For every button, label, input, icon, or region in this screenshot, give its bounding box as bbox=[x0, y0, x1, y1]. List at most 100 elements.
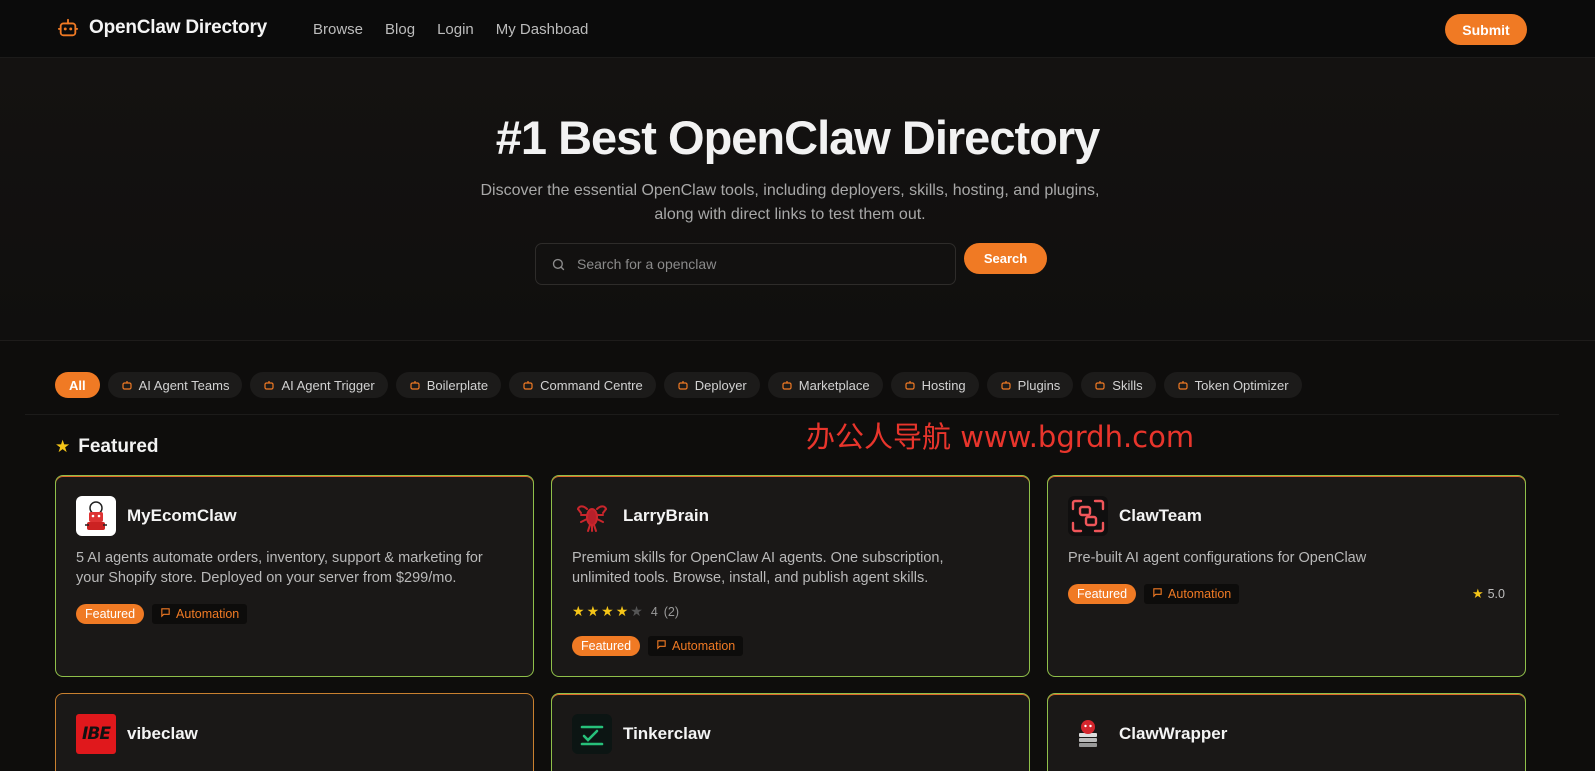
filter-chip-ai-agent-trigger[interactable]: AI Agent Trigger bbox=[250, 372, 388, 398]
card-title[interactable]: ClawWrapper bbox=[1119, 724, 1227, 744]
hero-subtitle-line-1: Discover the essential OpenClaw tools, i… bbox=[480, 182, 1100, 199]
category-tag[interactable]: Automation bbox=[1144, 584, 1240, 604]
card-header: IBE vibeclaw bbox=[76, 714, 198, 754]
submit-button[interactable]: Submit bbox=[1445, 14, 1527, 45]
hero-section: #1 Best OpenClaw Directory Discover the … bbox=[0, 58, 1595, 341]
robot-icon bbox=[121, 379, 133, 391]
robot-icon bbox=[263, 379, 275, 391]
star-icon: ★ bbox=[572, 603, 585, 619]
wrapper-logo-icon bbox=[1068, 714, 1108, 754]
card-description-line-2: unlimited tools. Browse, install, and pu… bbox=[572, 570, 929, 586]
score-value: 5.0 bbox=[1487, 587, 1505, 601]
tool-card-tinkerclaw[interactable]: Tinkerclaw bbox=[551, 693, 1030, 771]
featured-badge: Featured bbox=[1068, 584, 1137, 604]
category-tag[interactable]: Automation bbox=[152, 604, 248, 624]
tool-card-larrybrain[interactable]: LarryBrain Premium skills for OpenClaw A… bbox=[551, 475, 1030, 677]
nav-blog[interactable]: Blog bbox=[385, 21, 415, 38]
filter-chip-label: Deployer bbox=[694, 377, 747, 393]
card-title[interactable]: MyEcomClaw bbox=[127, 506, 237, 526]
card-header: ClawWrapper bbox=[1068, 714, 1227, 754]
main-nav: Browse Blog Login My Dashboad bbox=[313, 21, 610, 38]
lobster-logo-icon bbox=[572, 496, 612, 536]
hero-subtitle-line-2: along with direct links to test them out… bbox=[654, 206, 926, 223]
card-description: Pre-built AI agent configurations for Op… bbox=[1068, 548, 1508, 568]
featured-badge: Featured bbox=[572, 636, 641, 656]
filter-chip-marketplace[interactable]: Marketplace bbox=[767, 372, 883, 398]
card-description-line-1: Pre-built AI agent configurations for Op… bbox=[1068, 550, 1367, 566]
team-logo-icon bbox=[1068, 496, 1108, 536]
star-icon: ★ bbox=[615, 603, 629, 619]
star-empty-icon: ★ bbox=[630, 603, 643, 619]
card-title[interactable]: LarryBrain bbox=[623, 506, 709, 526]
filter-chip-boilerplate[interactable]: Boilerplate bbox=[395, 372, 502, 398]
category-tag-label: Automation bbox=[1168, 587, 1232, 601]
watermark-text: 办公人导航 www.bgrdh.com bbox=[806, 420, 1195, 454]
card-title[interactable]: ClawTeam bbox=[1119, 506, 1202, 526]
filter-chip-token-optimizer[interactable]: Token Optimizer bbox=[1163, 372, 1302, 398]
tool-card-vibeclaw[interactable]: IBE vibeclaw bbox=[55, 693, 534, 771]
chat-icon bbox=[656, 639, 667, 653]
nav-login[interactable]: Login bbox=[437, 21, 474, 38]
card-description: Premium skills for OpenClaw AI agents. O… bbox=[572, 548, 1012, 588]
category-filters: All AI Agent Teams AI Agent Trigger Boil… bbox=[55, 372, 1302, 398]
featured-badge: Featured bbox=[76, 604, 145, 624]
rating-score: ★ 5.0 bbox=[1472, 586, 1505, 602]
card-title[interactable]: Tinkerclaw bbox=[623, 724, 711, 744]
filter-chip-label: Skills bbox=[1112, 377, 1143, 393]
chat-icon bbox=[160, 607, 171, 621]
card-tags: Featured Automation bbox=[1068, 584, 1240, 604]
filter-chip-label: AI Agent Teams bbox=[138, 377, 230, 393]
top-navigation-bar: OpenClaw Directory Browse Blog Login My … bbox=[0, 0, 1595, 58]
star-icon: ★ bbox=[586, 603, 600, 619]
card-title[interactable]: vibeclaw bbox=[127, 724, 198, 744]
card-tags: Featured Automation bbox=[572, 636, 744, 656]
filter-chip-all[interactable]: All bbox=[55, 372, 100, 398]
logo-text: IBE bbox=[82, 724, 111, 744]
filter-chip-deployer[interactable]: Deployer bbox=[663, 372, 760, 398]
nav-browse[interactable]: Browse bbox=[313, 21, 363, 38]
robot-icon bbox=[1177, 379, 1189, 391]
filter-chip-label: Command Centre bbox=[540, 377, 643, 393]
tool-card-clawteam[interactable]: ClawTeam Pre-built AI agent configuratio… bbox=[1047, 475, 1526, 677]
search-icon bbox=[551, 257, 566, 272]
featured-heading: ★ Featured bbox=[55, 436, 159, 458]
category-tag-label: Automation bbox=[176, 607, 240, 621]
star-icon: ★ bbox=[1471, 586, 1484, 601]
chat-icon bbox=[1152, 587, 1163, 601]
filter-chip-plugins[interactable]: Plugins bbox=[986, 372, 1074, 398]
card-description-line-2: your Shopify store. Deployed on your ser… bbox=[76, 570, 457, 586]
tool-card-clawwrapper[interactable]: ClawWrapper bbox=[1047, 693, 1526, 771]
card-header: ClawTeam bbox=[1068, 496, 1202, 536]
filter-chip-skills[interactable]: Skills bbox=[1081, 372, 1156, 398]
nav-my-dashboard[interactable]: My Dashboad bbox=[496, 21, 589, 38]
filter-chip-label: AI Agent Trigger bbox=[281, 377, 375, 393]
category-tag[interactable]: Automation bbox=[648, 636, 744, 656]
tool-card-myecomclaw[interactable]: MyEcomClaw 5 AI agents automate orders, … bbox=[55, 475, 534, 677]
filter-chip-command-centre[interactable]: Command Centre bbox=[509, 372, 656, 398]
filter-chip-label: Token Optimizer bbox=[1194, 377, 1289, 393]
brand[interactable]: OpenClaw Directory bbox=[57, 17, 267, 39]
checklist-logo-icon bbox=[572, 714, 612, 754]
robot-icon bbox=[409, 379, 421, 391]
star-icon: ★ bbox=[55, 437, 71, 456]
divider bbox=[25, 414, 1559, 415]
rating-count: (2) bbox=[663, 604, 680, 619]
robot-icon bbox=[522, 379, 534, 391]
robot-logo-icon bbox=[57, 17, 79, 39]
filter-chip-label: Marketplace bbox=[798, 377, 870, 393]
robot-icon bbox=[781, 379, 793, 391]
category-tag-label: Automation bbox=[672, 639, 736, 653]
star-rating: ★ ★ ★ ★ ★ 4 (2) bbox=[572, 603, 679, 620]
search-box[interactable] bbox=[535, 243, 956, 285]
search-button[interactable]: Search bbox=[964, 243, 1047, 274]
rating-value: 4 bbox=[650, 604, 658, 619]
filter-chip-ai-agent-teams[interactable]: AI Agent Teams bbox=[107, 372, 243, 398]
card-tags: Featured Automation bbox=[76, 604, 248, 624]
card-description: 5 AI agents automate orders, inventory, … bbox=[76, 548, 516, 588]
robot-icon bbox=[677, 379, 689, 391]
robot-icon bbox=[1000, 379, 1012, 391]
filter-chip-label: Plugins bbox=[1017, 377, 1061, 393]
search-input[interactable] bbox=[577, 256, 947, 272]
hero-subtitle: Discover the essential OpenClaw tools, i… bbox=[440, 179, 1140, 227]
filter-chip-hosting[interactable]: Hosting bbox=[890, 372, 979, 398]
